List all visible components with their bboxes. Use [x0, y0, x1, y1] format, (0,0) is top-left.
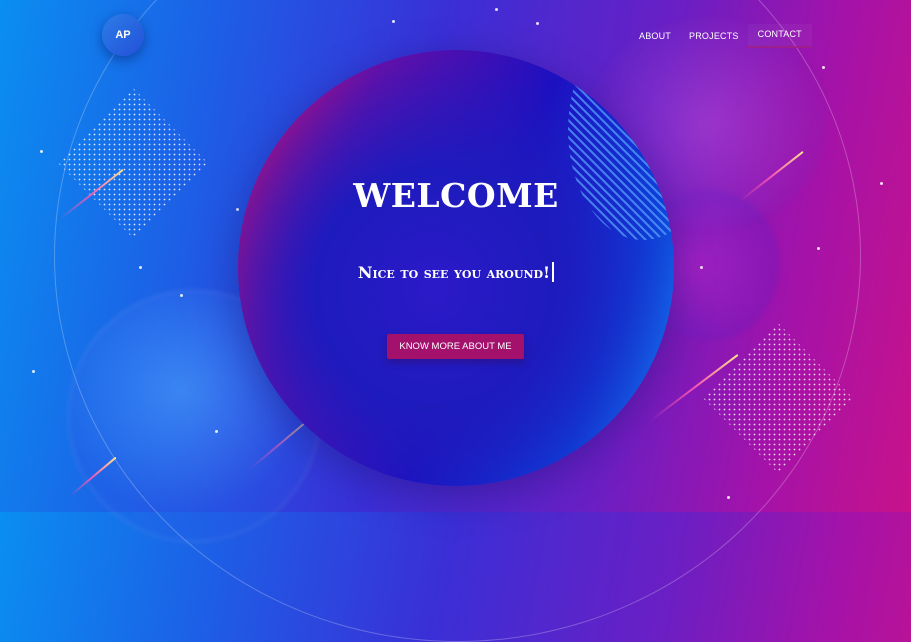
main-nav: ABOUT PROJECTS CONTACT — [630, 24, 812, 48]
star — [32, 370, 35, 373]
hero-tagline: Nice to see you around! — [238, 262, 674, 282]
star — [817, 247, 820, 250]
logo-initials: AP — [115, 29, 131, 41]
star — [727, 496, 730, 499]
nav-contact[interactable]: CONTACT — [747, 24, 812, 48]
logo-badge[interactable]: AP — [102, 14, 144, 56]
star — [392, 20, 395, 23]
dot-pattern-right — [703, 323, 853, 473]
star — [40, 150, 43, 153]
star — [880, 182, 883, 185]
star — [180, 294, 183, 297]
typing-caret — [552, 262, 555, 282]
star — [822, 66, 825, 69]
star — [215, 430, 218, 433]
star — [495, 8, 498, 11]
nav-projects[interactable]: PROJECTS — [680, 27, 748, 45]
dot-pattern-left — [58, 88, 208, 238]
know-more-button[interactable]: KNOW MORE ABOUT ME — [387, 334, 524, 359]
hero-tagline-text: Nice to see you around! — [357, 263, 551, 282]
star — [700, 266, 703, 269]
hero-title: WELCOME — [353, 176, 559, 215]
nav-about[interactable]: ABOUT — [630, 27, 680, 45]
star — [536, 22, 539, 25]
star — [139, 266, 142, 269]
